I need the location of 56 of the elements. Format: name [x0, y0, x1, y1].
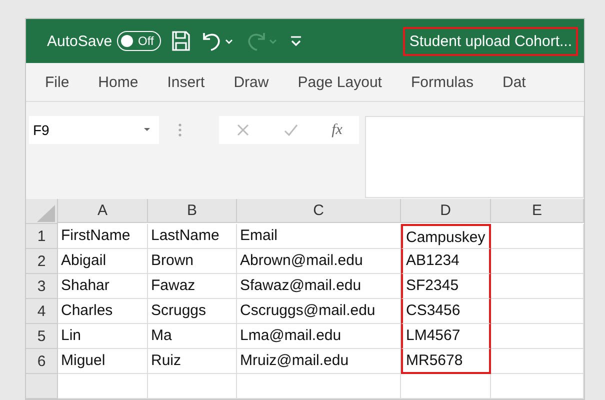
ribbon-tab[interactable]: File — [41, 74, 86, 90]
row-header[interactable]: 3 — [26, 274, 58, 299]
check-icon[interactable] — [282, 123, 299, 137]
table-cell: Charles — [58, 299, 148, 324]
table-cell: Mruiz@mail.edu — [237, 349, 401, 374]
column-header[interactable]: A — [58, 199, 148, 223]
ribbon-tab[interactable]: Page Layout — [294, 74, 398, 90]
vertical-dots-icon — [178, 122, 182, 138]
table-cell: Cscruggs@mail.edu — [237, 299, 401, 324]
table-cell: SF2345 — [401, 274, 491, 299]
table-cell: Email — [237, 224, 401, 249]
table-cell: Brown — [148, 249, 237, 274]
table-cell: Campuskey — [401, 224, 491, 249]
row-header[interactable] — [26, 374, 58, 399]
column-header[interactable]: C — [237, 199, 401, 223]
select-all-icon[interactable] — [35, 203, 57, 223]
ribbon-tab[interactable]: Draw — [230, 74, 285, 90]
autosave-label: AutoSave — [47, 32, 112, 50]
insert-function-button[interactable]: fx — [332, 122, 342, 138]
table-cell: Fawaz — [148, 274, 237, 299]
row-header[interactable]: 6 — [26, 349, 58, 374]
column-header[interactable]: B — [148, 199, 237, 223]
customize-icon[interactable] — [288, 34, 303, 48]
autosave-toggle[interactable]: Off — [117, 31, 161, 51]
table-cell: Abrown@mail.edu — [237, 249, 401, 274]
table-cell: LastName — [148, 224, 237, 249]
document-title: Student upload Cohort... — [403, 26, 578, 56]
table-cell: Ma — [148, 324, 237, 349]
row-header[interactable]: 2 — [26, 249, 58, 274]
cancel-icon[interactable] — [236, 123, 250, 137]
column-header[interactable]: D — [401, 199, 491, 223]
table-cell: LM4567 — [401, 324, 491, 349]
table-cell: Shahar — [58, 274, 148, 299]
table-cell: Ruiz — [148, 349, 237, 374]
ribbon-tab[interactable]: Insert — [163, 74, 221, 90]
table-cell: MR5678 — [401, 349, 491, 374]
table-cell: Sfawaz@mail.edu — [237, 274, 401, 299]
table-cell: Scruggs — [148, 299, 237, 324]
table-cell: CS3456 — [401, 299, 491, 324]
row-header[interactable]: 5 — [26, 324, 58, 349]
table-cell: Miguel — [58, 349, 148, 374]
table-cell: Lin — [58, 324, 148, 349]
ribbon-tab[interactable]: Formulas — [406, 74, 490, 90]
ribbon-tab[interactable]: Home — [94, 74, 154, 90]
name-box[interactable]: F9 — [29, 116, 159, 144]
table-cell: AB1234 — [401, 249, 491, 274]
table-cell: FirstName — [58, 224, 148, 249]
table-cell: Abigail — [58, 249, 148, 274]
row-header[interactable]: 1 — [26, 224, 58, 249]
table-cell: Lma@mail.edu — [237, 324, 401, 349]
save-icon[interactable] — [170, 30, 191, 52]
formula-input[interactable] — [365, 116, 584, 198]
row-header[interactable]: 4 — [26, 299, 58, 324]
column-header[interactable]: E — [491, 199, 584, 223]
undo-icon[interactable] — [200, 30, 235, 52]
ribbon-tab[interactable]: Dat — [498, 74, 542, 90]
